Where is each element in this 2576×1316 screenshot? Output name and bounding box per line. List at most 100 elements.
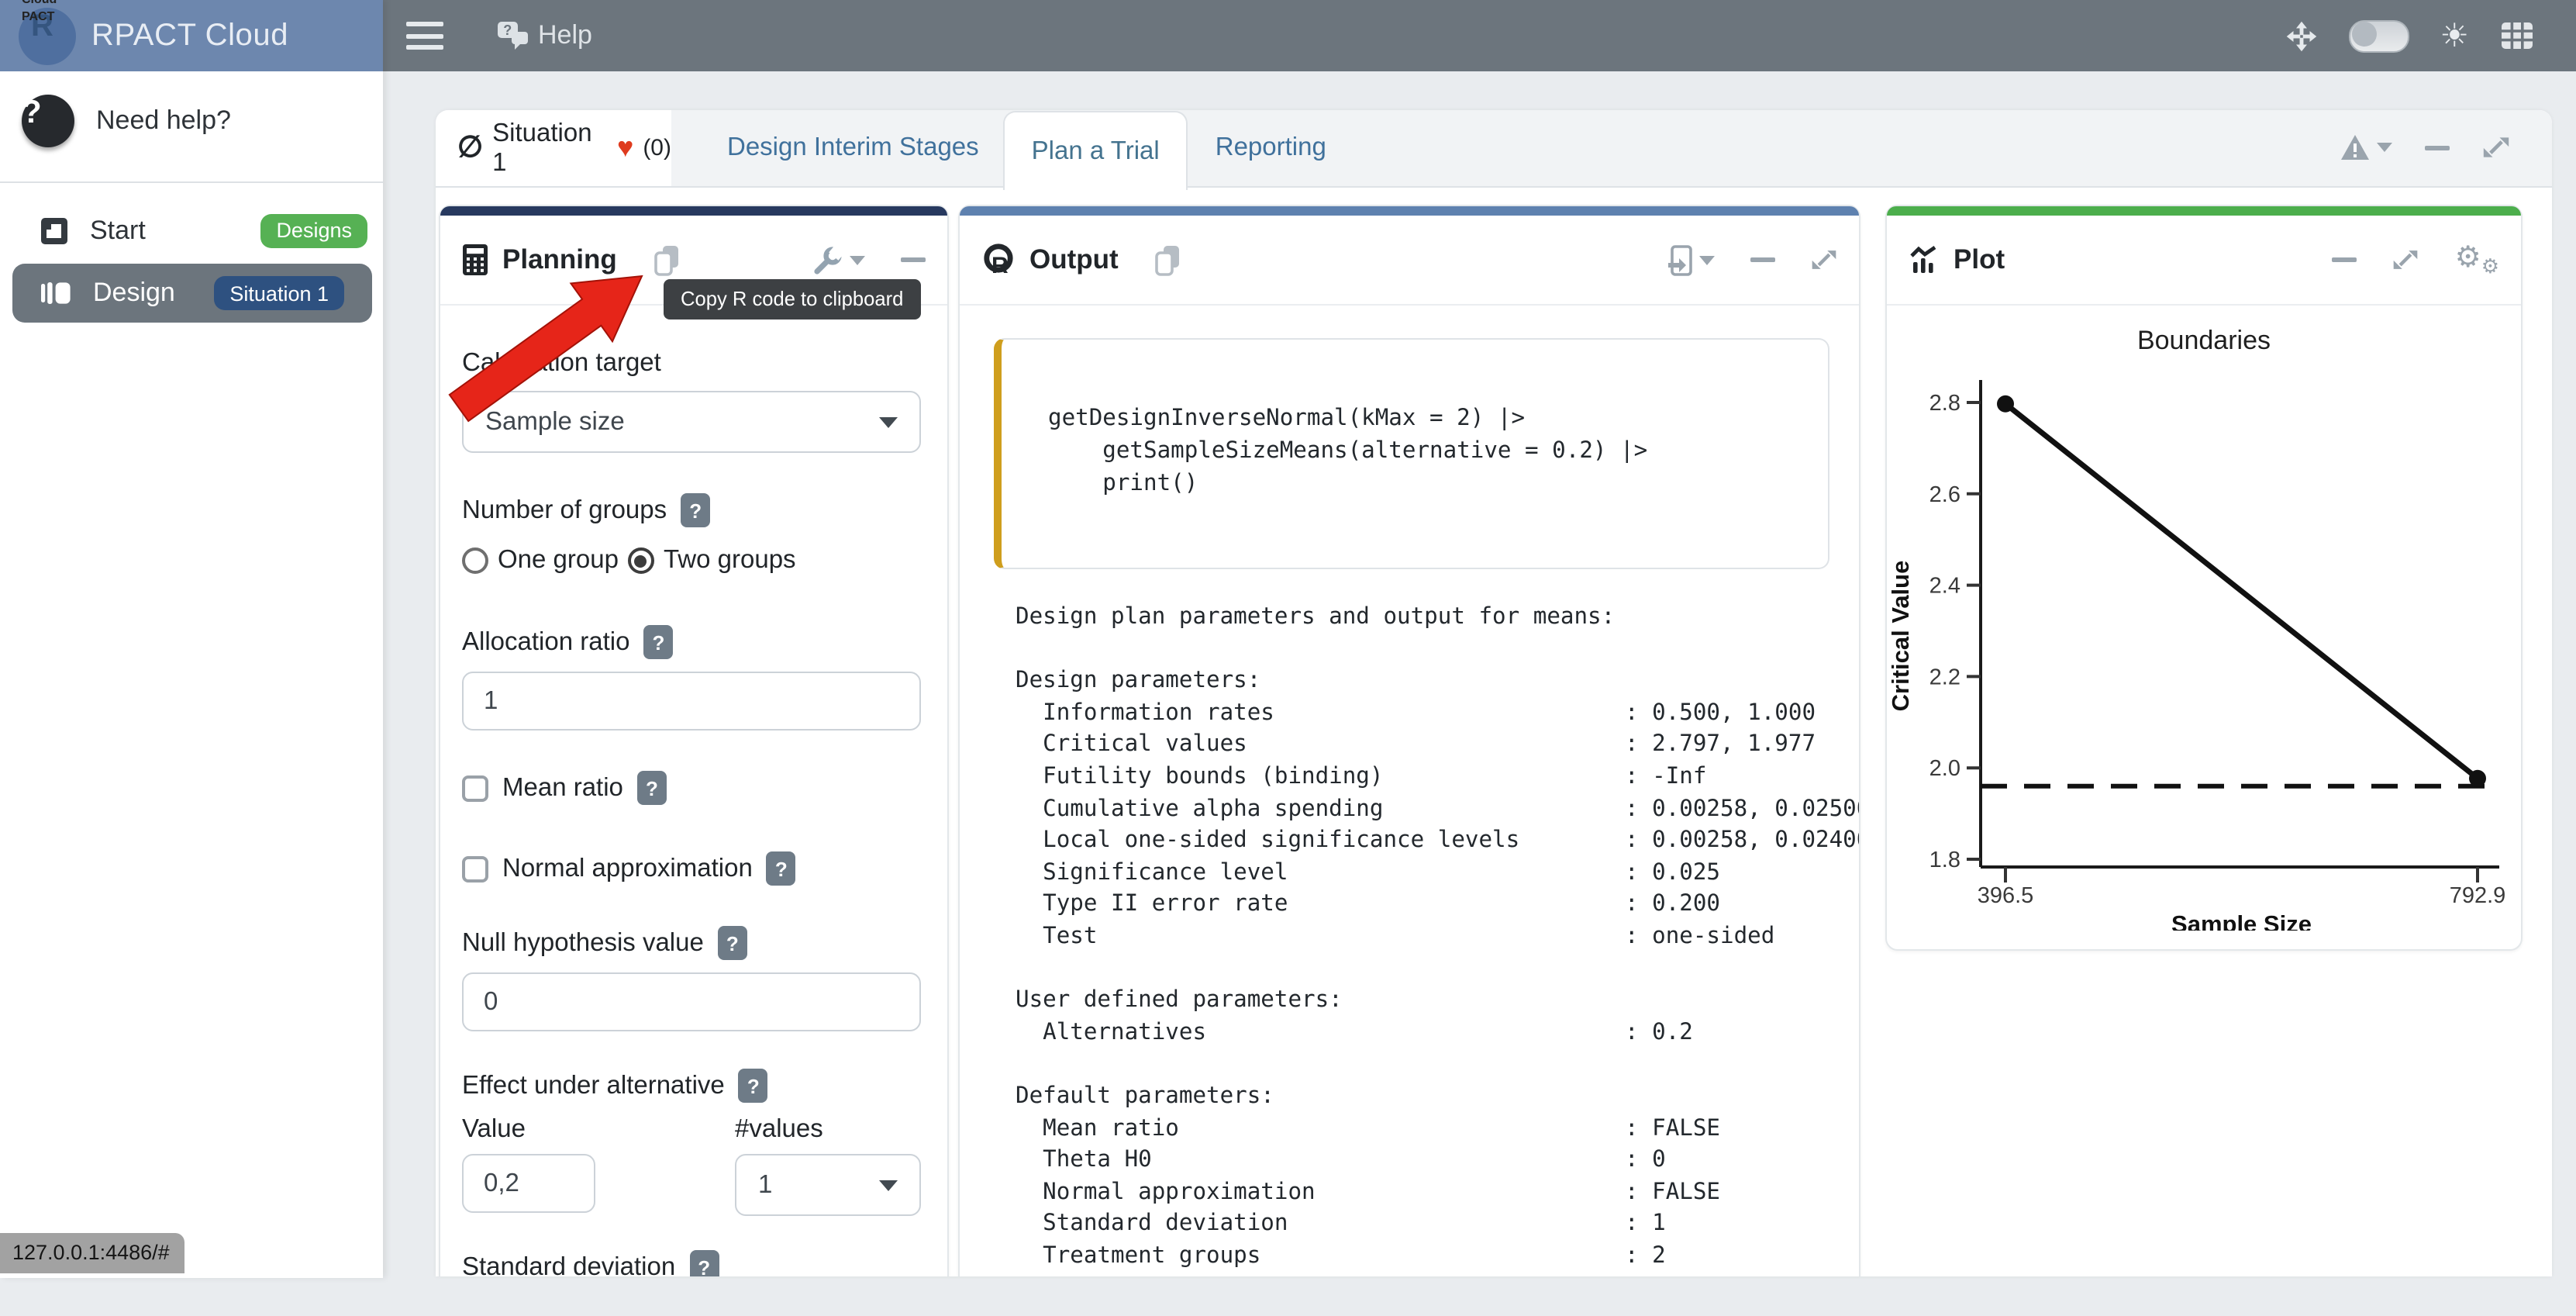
need-help-label: Need help? xyxy=(96,105,231,136)
help-chat-icon: ? xyxy=(496,20,530,51)
mean-ratio-checkbox[interactable]: Mean ratio ? xyxy=(462,771,921,805)
help-icon[interactable]: ? xyxy=(718,926,747,960)
warnings-dropdown[interactable] xyxy=(2340,134,2392,162)
tab-strip-icons xyxy=(2340,134,2552,162)
null-hypothesis-text: Null hypothesis value xyxy=(462,928,704,958)
plot-panel: Plot ⚙⚙ Boundaries xyxy=(1885,205,2523,951)
null-hypothesis-input[interactable] xyxy=(462,972,921,1031)
designs-badge: Designs xyxy=(260,213,367,247)
output-line: Test: one-sided xyxy=(1016,921,1859,953)
heart-icon[interactable]: ♥ xyxy=(617,132,633,164)
sidebar-item-design[interactable]: Design Situation 1 xyxy=(12,264,372,323)
chart-text: 2.4 xyxy=(1929,574,1960,599)
chart-text: 2.6 xyxy=(1929,482,1960,507)
chart-shape xyxy=(1997,395,2014,413)
allocation-ratio-input[interactable] xyxy=(462,672,921,731)
radio-two-groups[interactable]: Two groups xyxy=(628,546,796,575)
hamburger-menu-icon[interactable] xyxy=(406,22,443,50)
help-icon[interactable]: ? xyxy=(643,625,673,659)
normal-approximation-checkbox[interactable]: Normal approximation ? xyxy=(462,851,921,886)
sidebar-header: R PACT Cloud RPACT Cloud xyxy=(0,0,383,71)
browser-status-url: 127.0.0.1:4486/# xyxy=(0,1233,185,1273)
effect-text: Effect under alternative xyxy=(462,1071,725,1100)
tools-dropdown[interactable] xyxy=(812,244,865,275)
planning-form: Calculation target Sample size Number of… xyxy=(440,349,947,1276)
help-icon[interactable]: ? xyxy=(767,851,796,886)
radio-icon xyxy=(628,547,654,574)
need-help-link[interactable]: ? Need help? xyxy=(0,71,383,169)
plot-header: Plot ⚙⚙ xyxy=(1887,216,2521,306)
situation-badge: Situation 1 xyxy=(214,276,344,310)
help-icon[interactable]: ? xyxy=(689,1250,719,1276)
sidebar-item-label: Design xyxy=(93,278,192,309)
chart-text: 2.8 xyxy=(1929,391,1960,416)
app-window: R PACT Cloud RPACT Cloud ? Need help? St… xyxy=(0,0,2576,1277)
chart-text: 2.2 xyxy=(1929,665,1960,689)
output-line: Local one-sided significance levels: 0.0… xyxy=(1016,825,1859,857)
help-icon[interactable]: ? xyxy=(637,771,667,805)
output-line: Design parameters: xyxy=(1016,665,1859,697)
output-line xyxy=(1016,953,1859,985)
output-line: Information rates: 0.500, 1.000 xyxy=(1016,698,1859,730)
help-icon[interactable]: ? xyxy=(681,493,710,527)
output-line xyxy=(1016,634,1859,665)
chevron-down-icon xyxy=(2377,143,2392,153)
plot-settings-button[interactable]: ⚙⚙ xyxy=(2455,244,2499,276)
nvalues-select[interactable]: 1 xyxy=(735,1154,921,1216)
help-button[interactable]: ? Help xyxy=(496,20,592,51)
chart-text: Sample Size xyxy=(2171,910,2312,931)
output-accent-bar xyxy=(960,206,1859,216)
checkbox-icon xyxy=(462,775,488,801)
collapse-planning-icon[interactable] xyxy=(901,257,926,262)
collapse-plot-icon[interactable] xyxy=(2333,257,2357,262)
svg-text:?: ? xyxy=(503,22,512,38)
plot-accent-bar xyxy=(1887,206,2521,216)
sidebar-item-label: Start xyxy=(90,215,239,246)
collapse-icon[interactable] xyxy=(2425,146,2450,150)
output-line xyxy=(1016,1049,1859,1081)
standard-deviation-label: Standard deviation ? xyxy=(462,1250,921,1276)
checkbox-icon xyxy=(462,855,488,882)
svg-text:R: R xyxy=(991,253,1009,276)
plot-title: Plot xyxy=(1954,244,2005,276)
allocation-ratio-label: Allocation ratio ? xyxy=(462,625,921,659)
export-dropdown[interactable] xyxy=(1667,244,1715,275)
tab-design-interim-stages[interactable]: Design Interim Stages xyxy=(727,133,979,163)
expand-output-icon[interactable] xyxy=(1811,247,1837,273)
output-line: Treatment groups: 2 xyxy=(1016,1241,1859,1273)
brightness-sun-icon[interactable]: ☀ xyxy=(2440,19,2469,52)
tab-plan-a-trial[interactable]: Plan a Trial xyxy=(1004,111,1188,191)
wrench-icon xyxy=(812,244,843,275)
tab-reporting[interactable]: Reporting xyxy=(1216,133,1326,163)
question-circle-icon: ? xyxy=(22,95,74,147)
theme-toggle[interactable] xyxy=(2348,19,2409,52)
r-code-block[interactable]: getDesignInverseNormal(kMax = 2) |> getS… xyxy=(994,338,1829,569)
help-icon[interactable]: ? xyxy=(739,1069,768,1103)
output-line: Futility bounds (binding): -Inf xyxy=(1016,762,1859,793)
copy-tooltip: Copy R code to clipboard xyxy=(664,279,920,320)
situation-tab[interactable]: ∅ Situation 1 ♥ (0) xyxy=(436,110,671,186)
design-icon xyxy=(40,279,71,307)
expand-icon[interactable] xyxy=(2482,134,2510,162)
fullscreen-icon[interactable] xyxy=(2285,19,2317,52)
effect-value-input[interactable] xyxy=(462,1154,595,1213)
rpact-logo-icon: R PACT Cloud xyxy=(19,7,76,64)
warning-triangle-icon xyxy=(2340,134,2371,162)
help-label: Help xyxy=(538,20,592,51)
chevron-down-icon xyxy=(850,255,865,264)
output-line: Cumulative alpha spending: 0.00258, 0.02… xyxy=(1016,793,1859,825)
sidebar-item-start[interactable]: Start Designs xyxy=(0,202,383,259)
output-line: Significance level: 0.025 xyxy=(1016,858,1859,889)
radio-one-group[interactable]: One group xyxy=(462,546,619,575)
output-line: Mean ratio: FALSE xyxy=(1016,1113,1859,1145)
tab-strip: ∅ Situation 1 ♥ (0) Design Interim Stage… xyxy=(436,110,2552,188)
nvalues-column-label: #values xyxy=(735,1115,921,1145)
table-grid-icon[interactable] xyxy=(2500,22,2533,50)
sidebar-divider xyxy=(0,181,383,183)
copy-output-button[interactable] xyxy=(1153,243,1184,277)
collapse-output-icon[interactable] xyxy=(1750,257,1775,262)
expand-plot-icon[interactable] xyxy=(2393,247,2419,273)
red-annotation-arrow xyxy=(447,261,664,431)
output-line: User defined parameters: xyxy=(1016,985,1859,1017)
chart-text: 2.0 xyxy=(1929,756,1960,781)
